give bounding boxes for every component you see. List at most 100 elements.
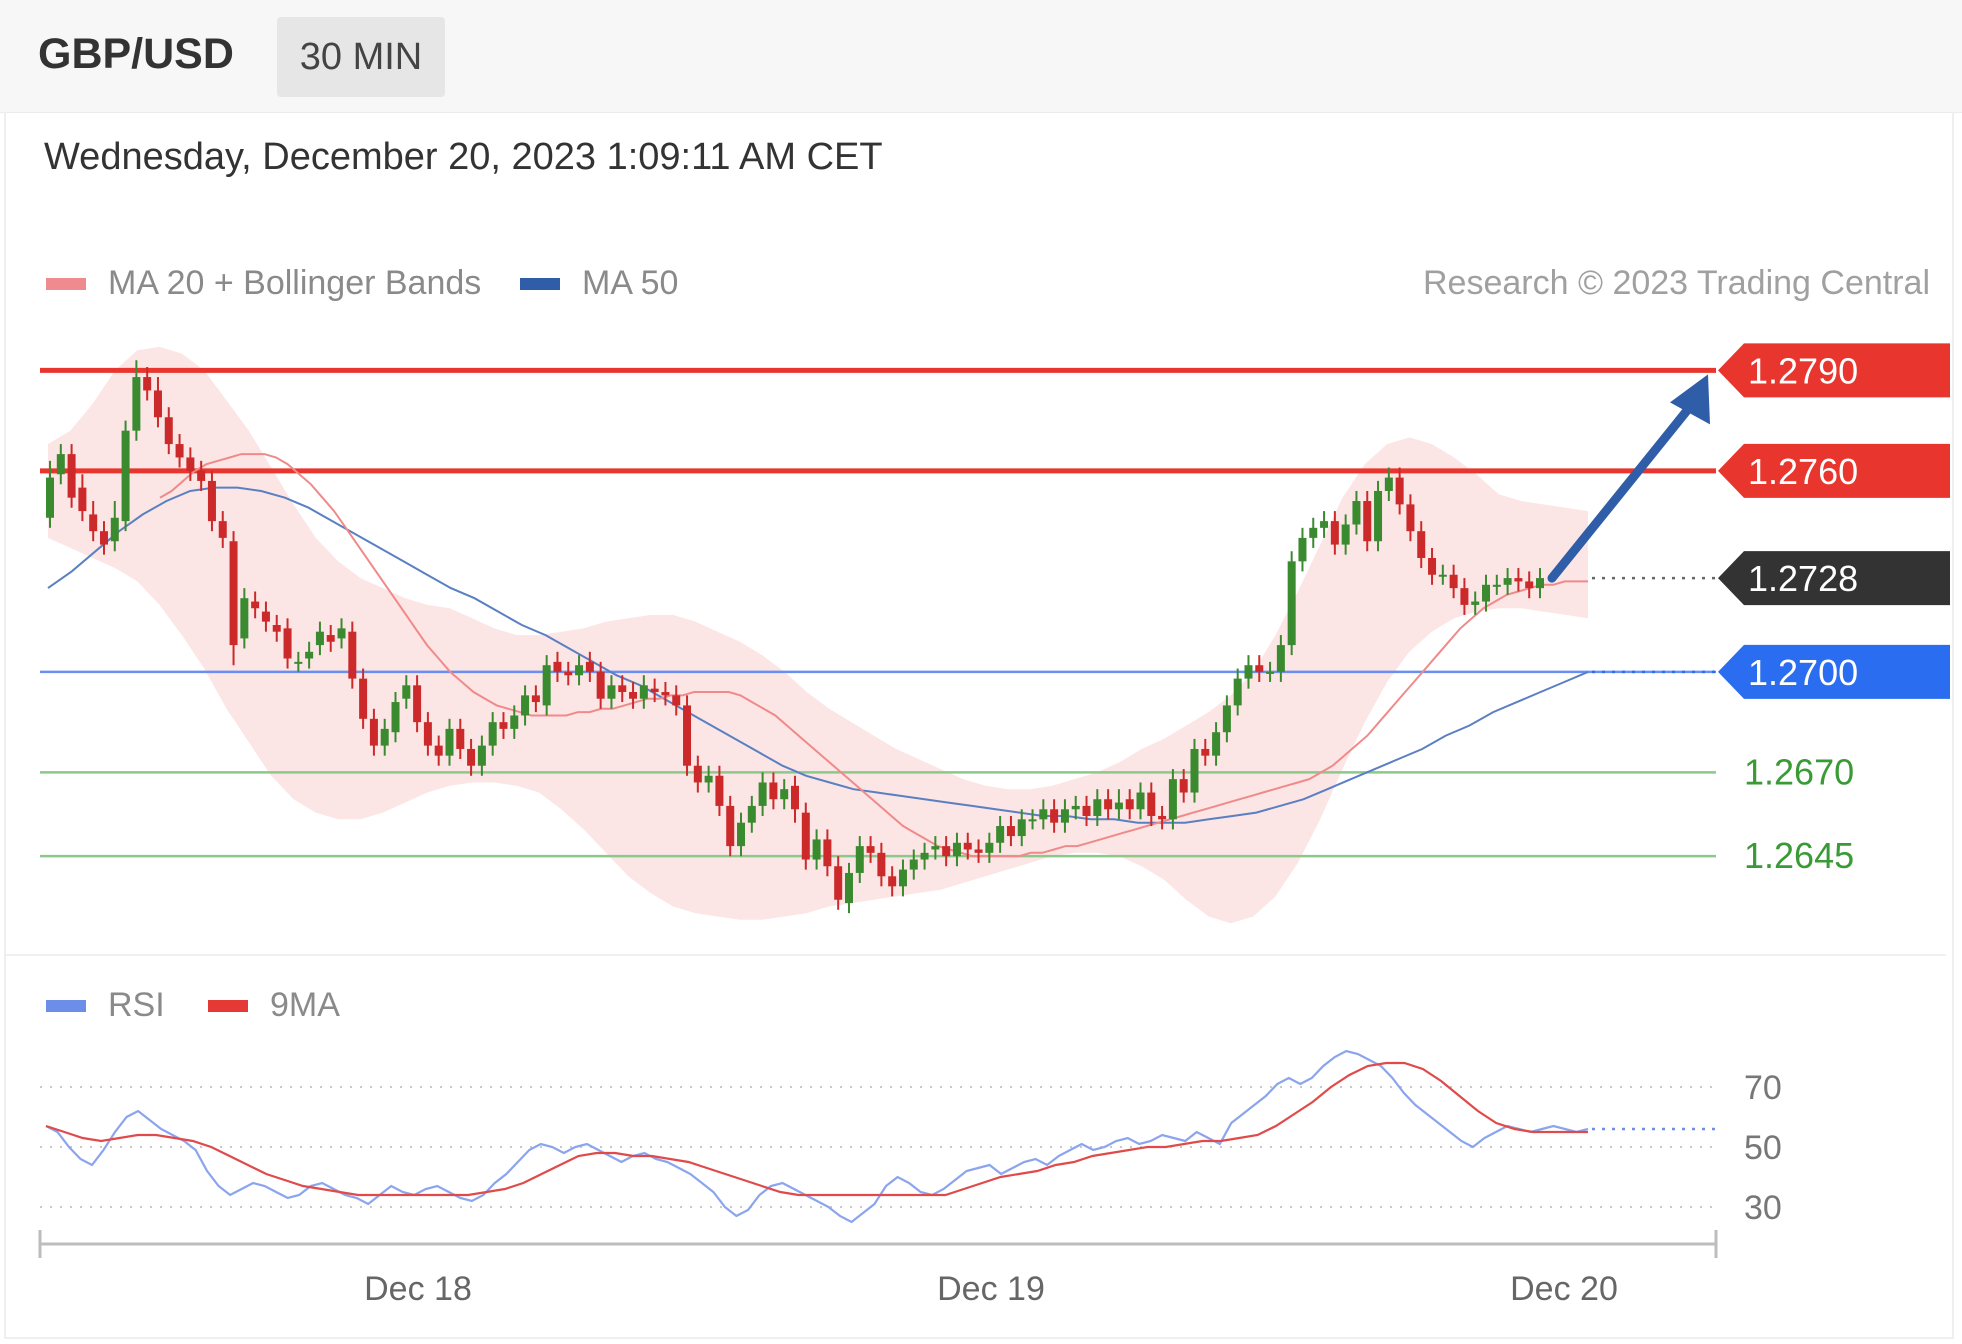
candle-body (855, 846, 864, 873)
candle-body (920, 852, 929, 860)
candle-body (974, 849, 983, 853)
candle-body (1276, 645, 1285, 672)
candle-body (240, 598, 249, 639)
candle-body (1104, 799, 1113, 810)
candle-body (1363, 501, 1372, 542)
candle-body (1287, 561, 1296, 646)
x-tick-label-dec-19: Dec 19 (937, 1270, 1045, 1308)
candle-body (121, 430, 130, 522)
candle-body (812, 839, 821, 860)
candle-body (521, 695, 530, 716)
candle-body (175, 444, 184, 458)
rsi-tick-label-30: 30 (1744, 1189, 1782, 1227)
candle-body (575, 665, 584, 676)
level-label-1-2645: 1.2645 (1744, 835, 1854, 876)
candle-body (1449, 574, 1458, 589)
candle-body (499, 722, 508, 729)
candle-body (110, 517, 119, 542)
candle-body (218, 521, 227, 538)
candle-body (758, 782, 767, 806)
candle-body (844, 872, 853, 904)
candle-body (1320, 521, 1329, 528)
candle-body (1330, 521, 1339, 545)
candle-body (197, 470, 206, 481)
candle-body (1374, 490, 1383, 542)
candle-body (46, 477, 54, 518)
candle-body (1201, 748, 1210, 756)
candle-body (402, 685, 411, 699)
candle-body (952, 842, 961, 857)
candle-body (132, 377, 141, 431)
candle-body (1438, 574, 1447, 577)
candle-body (1147, 792, 1156, 816)
candle-body (888, 876, 897, 887)
candle-body (1406, 504, 1415, 532)
candle-body (1471, 601, 1480, 605)
candle-body (791, 785, 799, 810)
candle-body (67, 454, 76, 498)
candle-body (1395, 477, 1404, 505)
candle-body (1255, 665, 1264, 672)
candle-body (1060, 809, 1069, 823)
candle-body (1514, 578, 1523, 582)
candle-body (985, 842, 994, 853)
candle-body (661, 692, 670, 696)
candle-body (596, 671, 605, 699)
candle-body (488, 722, 497, 746)
candle-body (1503, 578, 1512, 585)
candle-body (413, 685, 422, 723)
candle-body (564, 671, 573, 676)
candle-body (683, 705, 692, 766)
candle-body (456, 728, 465, 749)
candle-body (1482, 584, 1491, 602)
candle-body (477, 745, 486, 766)
candle-body (639, 685, 648, 699)
candle-body (1028, 819, 1037, 822)
candle-body (294, 661, 303, 664)
candle-body (1222, 705, 1231, 733)
candle-body (510, 715, 519, 729)
candle-body (1525, 581, 1534, 589)
level-tag-text-1-2790: 1.2790 (1748, 350, 1858, 391)
candle-body (380, 728, 389, 746)
candle-body (1136, 792, 1145, 810)
forecast-arrow-shaft (1547, 399, 1697, 583)
candle-body (1179, 779, 1188, 793)
candle-body (531, 695, 540, 703)
candle-body (1341, 524, 1350, 545)
level-tag-text-1-2760: 1.2760 (1748, 451, 1858, 492)
candle-body (693, 765, 702, 783)
rsi-tick-label-50: 50 (1744, 1129, 1782, 1167)
candle-body (726, 805, 735, 847)
candle-body (164, 417, 173, 445)
candle-body (467, 748, 476, 766)
candle-body (1071, 805, 1080, 810)
candle-body (942, 846, 951, 857)
candle-body (877, 852, 886, 877)
candle-body (1212, 732, 1221, 756)
candle-body (1006, 826, 1015, 837)
rsi-line (45, 1049, 1589, 1224)
candle-body (391, 702, 400, 733)
candle-body (1298, 537, 1307, 562)
candle-body (272, 625, 281, 632)
candle-body (585, 661, 594, 672)
candle-body (1244, 665, 1253, 679)
candle-body (423, 722, 432, 746)
candle-body (801, 812, 810, 860)
candle-body (996, 826, 1005, 843)
candle-body (143, 377, 152, 391)
candle-body (1190, 748, 1199, 793)
x-tick-label-dec-20: Dec 20 (1510, 1270, 1618, 1308)
rsi-9ma-line (45, 1061, 1588, 1197)
level-tag-text-1-2728: 1.2728 (1748, 558, 1858, 599)
candle-body (704, 775, 713, 783)
candle-body (348, 631, 357, 679)
price-chart: 1.2790 1.2760 1.2728 1.2700 1.2670 1.2645 70 50… (6, 343, 1950, 1308)
candle-body (434, 745, 443, 756)
candle-body (1428, 557, 1437, 575)
candle-body (715, 775, 724, 806)
candle-body (251, 601, 260, 609)
candle-body (553, 661, 562, 672)
bollinger-band-area (48, 346, 1588, 924)
